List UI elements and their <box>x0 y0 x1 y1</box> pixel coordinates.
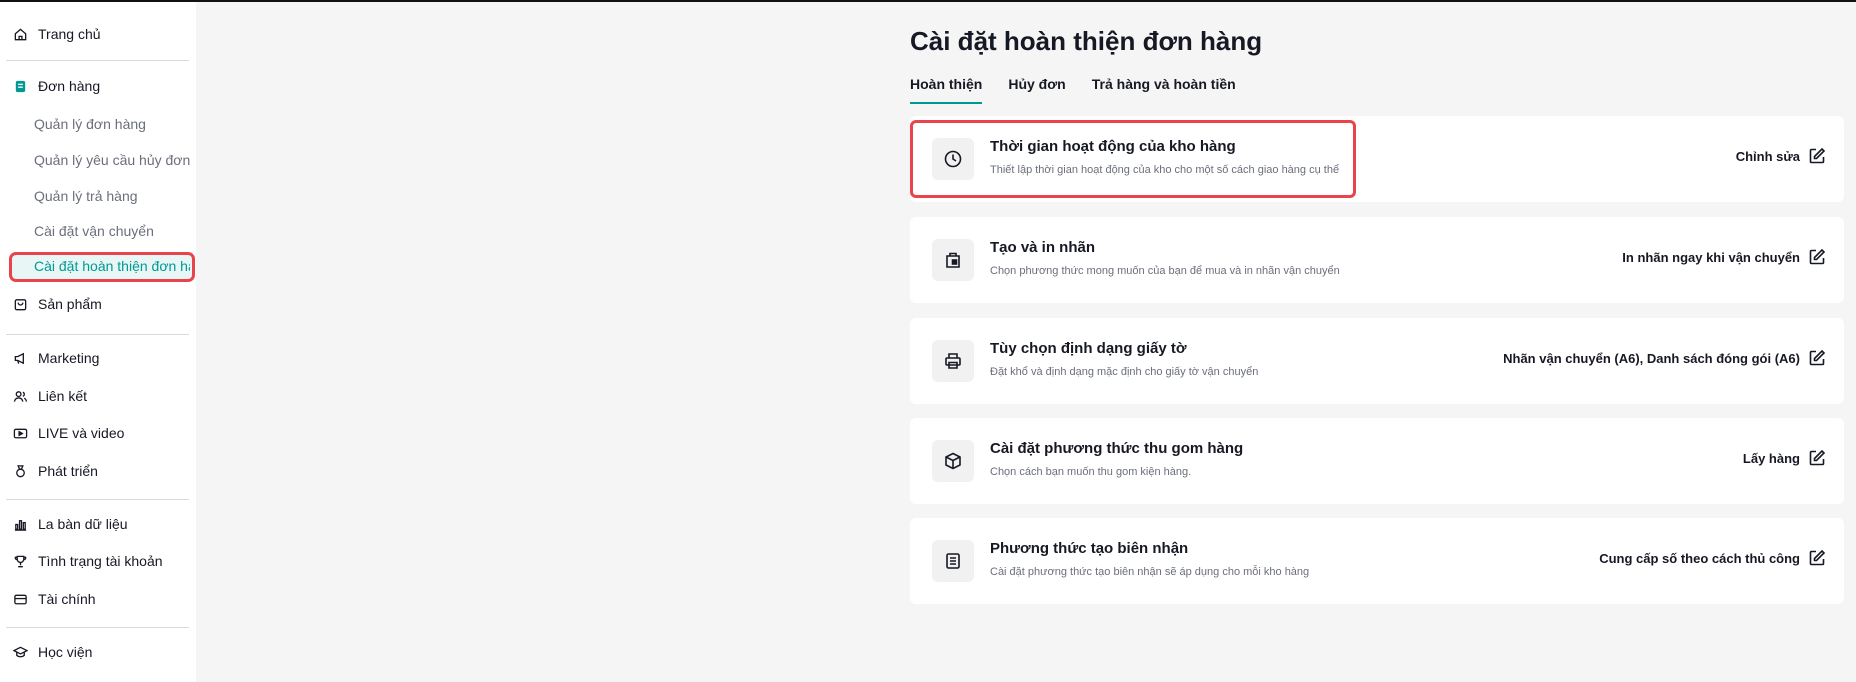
clock-icon <box>932 138 974 180</box>
megaphone-icon <box>12 350 28 366</box>
sidebar-item-growth[interactable]: Phát triển <box>12 459 98 483</box>
printer-icon <box>932 340 974 382</box>
sidebar-item-marketing[interactable]: Marketing <box>12 346 99 370</box>
card-title: Cài đặt phương thức thu gom hàng <box>990 440 1244 457</box>
sidebar-divider <box>6 60 189 61</box>
tab-bar: Hoàn thiện Hủy đơn Trả hàng và hoàn tiền <box>910 76 1262 104</box>
card-description: Thiết lập thời gian hoạt động của kho ch… <box>990 164 1340 176</box>
sidebar-item-products[interactable]: Sản phẩm <box>12 292 102 316</box>
tab-cancellation[interactable]: Hủy đơn <box>1008 76 1065 100</box>
card-title: Tạo và in nhãn <box>990 239 1096 256</box>
home-icon <box>12 26 28 42</box>
medal-icon <box>12 463 28 479</box>
users-icon <box>12 388 28 404</box>
card-title: Phương thức tạo biên nhận <box>990 540 1189 557</box>
tab-fulfillment[interactable]: Hoàn thiện <box>910 76 983 104</box>
edit-icon <box>1809 248 1826 265</box>
edit-icon <box>1809 147 1826 164</box>
sidebar-item-home[interactable]: Trang chủ <box>12 22 101 46</box>
product-bag-icon <box>12 296 28 312</box>
sidebar-item-finance[interactable]: Tài chính <box>12 587 96 611</box>
settings-card-pickup-method[interactable]: Cài đặt phương thức thu gom hàng Chọn cá… <box>910 418 1844 504</box>
video-icon <box>12 425 28 441</box>
card-action-edit[interactable]: In nhãn ngay khi vận chuyển <box>1622 248 1826 266</box>
label-icon <box>932 239 974 281</box>
sidebar-sub-order-management[interactable]: Quản lý đơn hàng <box>34 113 146 135</box>
sidebar-item-orders[interactable]: Đơn hàng <box>12 74 100 98</box>
card-title: Thời gian hoạt động của kho hàng <box>990 138 1236 155</box>
card-title: Tùy chọn định dạng giấy tờ <box>990 340 1187 357</box>
card-action-edit[interactable]: Nhãn vận chuyển (A6), Danh sách đóng gói… <box>1503 349 1826 367</box>
sidebar-divider <box>6 499 189 500</box>
sidebar-item-data-compass[interactable]: La bàn dữ liệu <box>12 512 128 536</box>
settings-card-receipt-method[interactable]: Phương thức tạo biên nhận Cài đặt phương… <box>910 518 1844 604</box>
card-action-edit[interactable]: Lấy hàng <box>1743 449 1826 467</box>
package-icon <box>932 440 974 482</box>
card-description: Đặt khổ và định dạng mặc định cho giấy t… <box>990 366 1259 378</box>
graduation-cap-icon <box>12 644 28 660</box>
sidebar-sub-shipping-settings[interactable]: Cài đặt vận chuyển <box>34 220 154 242</box>
page-title: Cài đặt hoàn thiện đơn hàng <box>910 26 1263 56</box>
edit-icon <box>1809 349 1826 366</box>
wallet-icon <box>12 591 28 607</box>
sidebar-item-live[interactable]: LIVE và video <box>12 421 124 445</box>
sidebar-item-academy[interactable]: Học viện <box>12 640 92 664</box>
sidebar-item-account-health[interactable]: Tình trạng tài khoản <box>12 549 163 573</box>
sidebar-sub-fulfillment-settings[interactable]: Cài đặt hoàn thiện đơn hà.. <box>9 252 195 282</box>
sidebar-divider <box>6 334 189 335</box>
settings-card-create-print-labels[interactable]: Tạo và in nhãn Chọn phương thức mong muố… <box>910 217 1844 303</box>
sidebar-sub-cancel-requests[interactable]: Quản lý yêu cầu hủy đơn <box>34 149 190 171</box>
card-action-edit[interactable]: Chỉnh sửa <box>1736 147 1826 165</box>
settings-card-document-format[interactable]: Tùy chọn định dạng giấy tờ Đặt khổ và đị… <box>910 318 1844 404</box>
trophy-icon <box>12 553 28 569</box>
card-action-edit[interactable]: Cung cấp số theo cách thủ công <box>1599 549 1826 567</box>
bar-chart-icon <box>12 516 28 532</box>
card-description: Cài đặt phương thức tạo biên nhận sẽ áp … <box>990 566 1310 578</box>
edit-icon <box>1809 449 1826 466</box>
orders-icon <box>12 78 28 94</box>
edit-icon <box>1809 549 1826 566</box>
sidebar-sub-returns[interactable]: Quản lý trả hàng <box>34 185 138 207</box>
tab-returns-refunds[interactable]: Trả hàng và hoàn tiền <box>1092 76 1236 100</box>
sidebar-divider <box>6 627 189 628</box>
settings-card-warehouse-hours[interactable]: Thời gian hoạt động của kho hàng Thiết l… <box>910 116 1844 202</box>
receipt-icon <box>932 540 974 582</box>
sidebar-item-affiliate[interactable]: Liên kết <box>12 384 87 408</box>
card-description: Chọn phương thức mong muốn của bạn để mu… <box>990 265 1340 277</box>
card-description: Chọn cách bạn muốn thu gom kiện hàng. <box>990 466 1192 478</box>
sidebar: Trang chủ Đơn hàng Quản lý đơn hàng Quản… <box>0 2 196 682</box>
